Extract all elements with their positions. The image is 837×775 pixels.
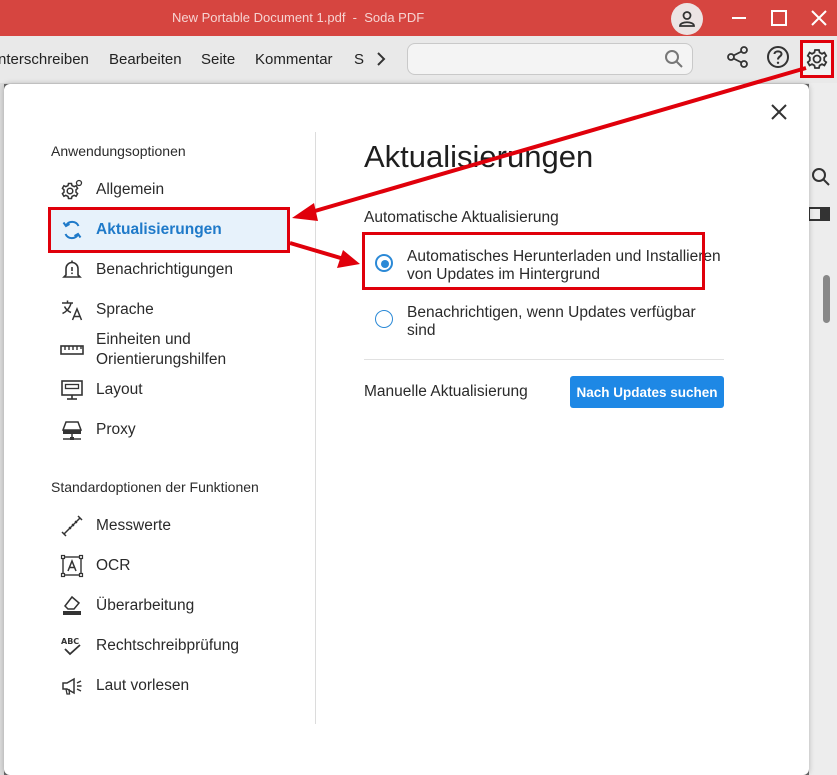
nav-label: Überarbeitung <box>96 597 195 614</box>
user-icon <box>679 11 695 27</box>
nav-label: Laut vorlesen <box>96 677 190 694</box>
settings-dialog: Anwendungsoptionen Allgemein Aktualisier… <box>4 84 809 775</box>
maximize-icon <box>771 10 787 26</box>
menu-item-sign[interactable]: nterschreiben <box>0 51 89 68</box>
nav-item-units[interactable]: Einheiten und Orientierungshilfen <box>51 330 287 370</box>
nav-label: Einheiten und Orientierungshilfen <box>96 331 227 368</box>
window-close-button[interactable] <box>807 6 831 30</box>
measure-icon <box>61 515 83 537</box>
page-title: Aktualisierungen <box>364 139 594 174</box>
nav-item-measurements[interactable]: Messwerte <box>51 506 287 546</box>
ruler-icon <box>60 345 84 355</box>
svg-text:ABC: ABC <box>61 637 79 646</box>
feature-options-title: Standardoptionen der Funktionen <box>51 479 259 495</box>
section-divider <box>364 359 724 360</box>
bell-icon <box>62 260 82 278</box>
nav-label: Layout <box>96 381 143 398</box>
nav-label: Rechtschreibprüfung <box>96 637 240 654</box>
nav-label: Proxy <box>96 421 136 438</box>
refresh-icon <box>62 220 82 240</box>
auto-update-title: Automatische Aktualisierung <box>364 209 559 226</box>
nav-label: Aktualisierungen <box>96 221 222 238</box>
close-icon <box>811 10 827 26</box>
nav-item-read-aloud[interactable]: Laut vorlesen <box>51 666 287 706</box>
chevron-right-icon <box>377 52 386 66</box>
close-icon <box>771 104 787 120</box>
user-account-button[interactable] <box>671 3 703 35</box>
app-options-title: Anwendungsoptionen <box>51 143 186 159</box>
document-area-right <box>809 83 837 775</box>
share-icon <box>727 46 748 68</box>
gear-icon <box>806 49 828 69</box>
megaphone-icon <box>62 677 82 695</box>
title-bar: New Portable Document 1.pdf - Soda PDF <box>0 0 837 36</box>
manual-update-label: Manuelle Aktualisierung <box>364 383 528 400</box>
nav-label: Benachrichtigungen <box>96 261 234 278</box>
translate-icon <box>62 300 83 321</box>
share-button[interactable] <box>725 44 751 70</box>
dialog-divider <box>315 132 316 724</box>
radio-label: Benachrichtigen, wenn Updates verfügbar … <box>407 304 696 339</box>
settings-button[interactable] <box>800 40 834 78</box>
menu-item-truncated[interactable]: S <box>354 51 364 68</box>
nav-label: Allgemein <box>96 181 165 198</box>
nav-item-general[interactable]: Allgemein <box>51 170 287 210</box>
spellcheck-icon: ABC <box>61 637 81 656</box>
nav-item-notifications[interactable]: Benachrichtigungen <box>51 250 287 290</box>
nav-item-updates[interactable]: Aktualisierungen <box>48 207 290 253</box>
help-icon <box>767 46 789 68</box>
help-button[interactable] <box>765 44 791 70</box>
gear-icon <box>61 179 83 200</box>
maximize-button[interactable] <box>767 6 791 30</box>
layout-icon <box>61 380 83 400</box>
menu-bar: nterschreiben Bearbeiten Seite Kommentar… <box>0 36 837 84</box>
nav-label: OCR <box>96 557 131 574</box>
scrollbar-thumb[interactable] <box>823 275 830 323</box>
menu-item-edit[interactable]: Bearbeiten <box>109 51 182 68</box>
nav-item-ocr[interactable]: OCR <box>51 546 287 586</box>
dialog-close-button[interactable] <box>767 100 791 124</box>
nav-item-spellcheck[interactable]: ABC Rechtschreibprüfung <box>51 626 287 666</box>
nav-item-language[interactable]: Sprache <box>51 290 287 330</box>
minimize-button[interactable] <box>727 6 751 30</box>
nav-label: Messwerte <box>96 517 171 534</box>
nav-item-layout[interactable]: Layout <box>51 370 287 410</box>
search-input[interactable] <box>407 43 693 75</box>
ocr-icon <box>60 554 84 578</box>
radio-notify-only[interactable]: Benachrichtigen, wenn Updates verfügbar … <box>364 304 724 340</box>
nav-item-proxy[interactable]: Proxy <box>51 410 287 450</box>
check-for-updates-button[interactable]: Nach Updates suchen <box>570 376 724 408</box>
annotation-highlight-box <box>362 232 705 290</box>
radio-button[interactable] <box>375 310 393 328</box>
window-title: New Portable Document 1.pdf - Soda PDF <box>172 10 425 25</box>
eraser-icon <box>63 595 81 615</box>
search-icon <box>665 50 683 68</box>
menu-item-page[interactable]: Seite <box>201 51 235 68</box>
menu-item-comment[interactable]: Kommentar <box>255 51 333 68</box>
nav-item-redaction[interactable]: Überarbeitung <box>51 586 287 626</box>
panel-icon <box>809 207 830 221</box>
nav-label: Sprache <box>96 301 154 318</box>
minimize-icon <box>732 17 746 19</box>
proxy-icon <box>61 421 83 440</box>
menu-scroll-right-button[interactable] <box>373 50 389 68</box>
search-icon <box>812 168 830 186</box>
